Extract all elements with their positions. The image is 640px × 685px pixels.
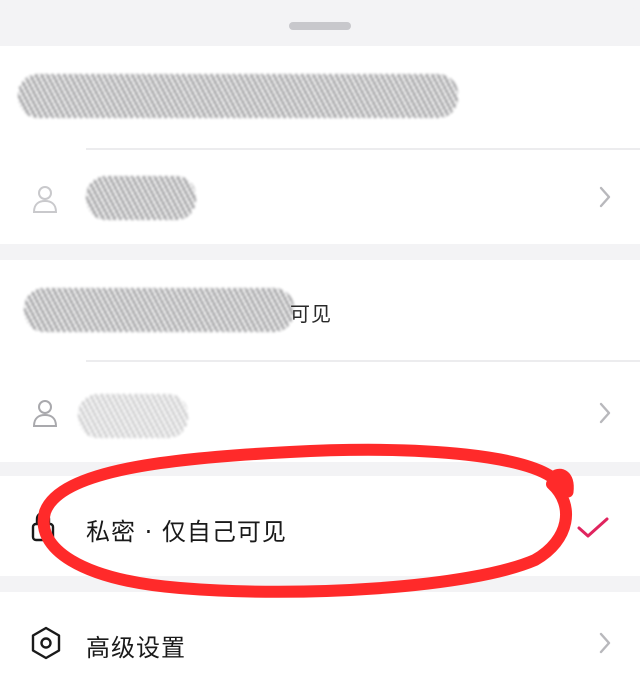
redacted-text [78, 394, 188, 438]
redacted-text [18, 74, 458, 118]
private-option-label: 私密 · 仅自己可见 [86, 518, 287, 546]
redacted-text [24, 288, 294, 332]
drag-handle[interactable] [289, 22, 351, 30]
option-label: 可见 [290, 302, 332, 326]
option-row-2[interactable] [0, 150, 640, 244]
advanced-settings-row[interactable]: 高级设置 [0, 592, 640, 685]
redacted-text [86, 176, 196, 220]
checkmark-icon [577, 517, 609, 538]
visibility-group-1 [0, 46, 640, 244]
person-icon [32, 186, 58, 213]
advanced-settings-label: 高级设置 [86, 634, 186, 662]
chevron-right-icon [599, 186, 611, 208]
lock-icon [31, 511, 55, 542]
hexagon-settings-icon [31, 626, 61, 660]
chevron-right-icon [599, 402, 611, 424]
private-option-row[interactable]: 私密 · 仅自己可见 [0, 476, 640, 576]
visibility-group-2: 可见 [0, 260, 640, 462]
option-row-3[interactable]: 可见 [0, 260, 640, 360]
option-row-1[interactable] [0, 46, 640, 148]
person-icon [32, 400, 58, 427]
bottom-sheet: 可见 私密 · 仅自己可见 高级设置 [0, 4, 640, 685]
chevron-right-icon [599, 632, 611, 654]
option-row-4[interactable] [0, 362, 640, 462]
